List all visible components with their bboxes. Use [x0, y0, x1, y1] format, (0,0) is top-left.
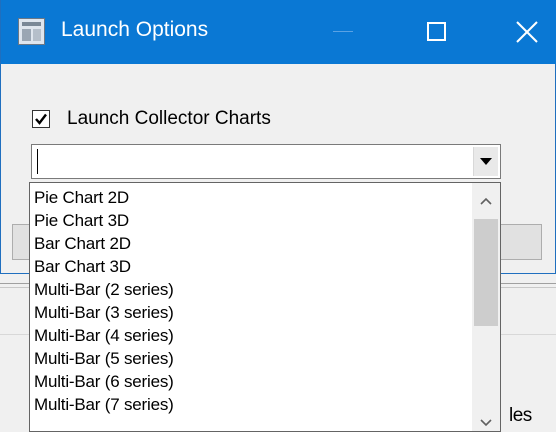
list-item[interactable]: Bar Chart 2D: [30, 232, 472, 255]
list-item[interactable]: Multi-Bar (3 series): [30, 301, 472, 324]
scroll-thumb[interactable]: [474, 219, 498, 326]
combobox-dropdown-button[interactable]: [473, 147, 498, 176]
checkbox-label[interactable]: Launch Collector Charts: [67, 108, 271, 130]
chevron-down-icon: [480, 158, 492, 165]
launch-collector-charts-checkbox[interactable]: [32, 110, 50, 128]
list-item[interactable]: Multi-Bar (2 series): [30, 278, 472, 301]
background-partial-text: les: [509, 405, 532, 426]
list-item[interactable]: Multi-Bar (6 series): [30, 370, 472, 393]
list-item[interactable]: Pie Chart 3D: [30, 209, 472, 232]
maximize-button[interactable]: [409, 0, 465, 64]
list-item[interactable]: Multi-Bar (7 series): [30, 393, 472, 416]
minimize-button[interactable]: [313, 0, 373, 64]
chevron-down-icon: [480, 419, 492, 427]
chart-type-dropdown-list[interactable]: Pie Chart 2D Pie Chart 3D Bar Chart 2D B…: [29, 182, 501, 432]
close-icon: [516, 21, 538, 43]
text-caret: [37, 149, 38, 174]
checkmark-icon: [35, 113, 47, 125]
app-icon: [18, 18, 45, 45]
scroll-down-button[interactable]: [472, 405, 500, 431]
window-title: Launch Options: [61, 18, 209, 41]
list-item[interactable]: Multi-Bar (5 series): [30, 347, 472, 370]
list-item[interactable]: Pie Chart 2D: [30, 186, 472, 209]
chart-type-combobox[interactable]: [31, 144, 501, 179]
chart-type-input[interactable]: [34, 147, 476, 176]
obscured-button-right[interactable]: [500, 224, 542, 260]
minimize-icon: [333, 31, 353, 32]
dropdown-options: Pie Chart 2D Pie Chart 3D Bar Chart 2D B…: [30, 183, 472, 416]
vertical-scrollbar[interactable]: [472, 183, 500, 431]
scroll-up-button[interactable]: [472, 183, 500, 219]
chevron-up-icon: [480, 197, 492, 205]
maximize-icon: [427, 22, 446, 41]
title-bar[interactable]: Launch Options: [1, 0, 556, 64]
list-item[interactable]: Multi-Bar (4 series): [30, 324, 472, 347]
list-item[interactable]: Bar Chart 3D: [30, 255, 472, 278]
close-button[interactable]: [501, 0, 556, 64]
